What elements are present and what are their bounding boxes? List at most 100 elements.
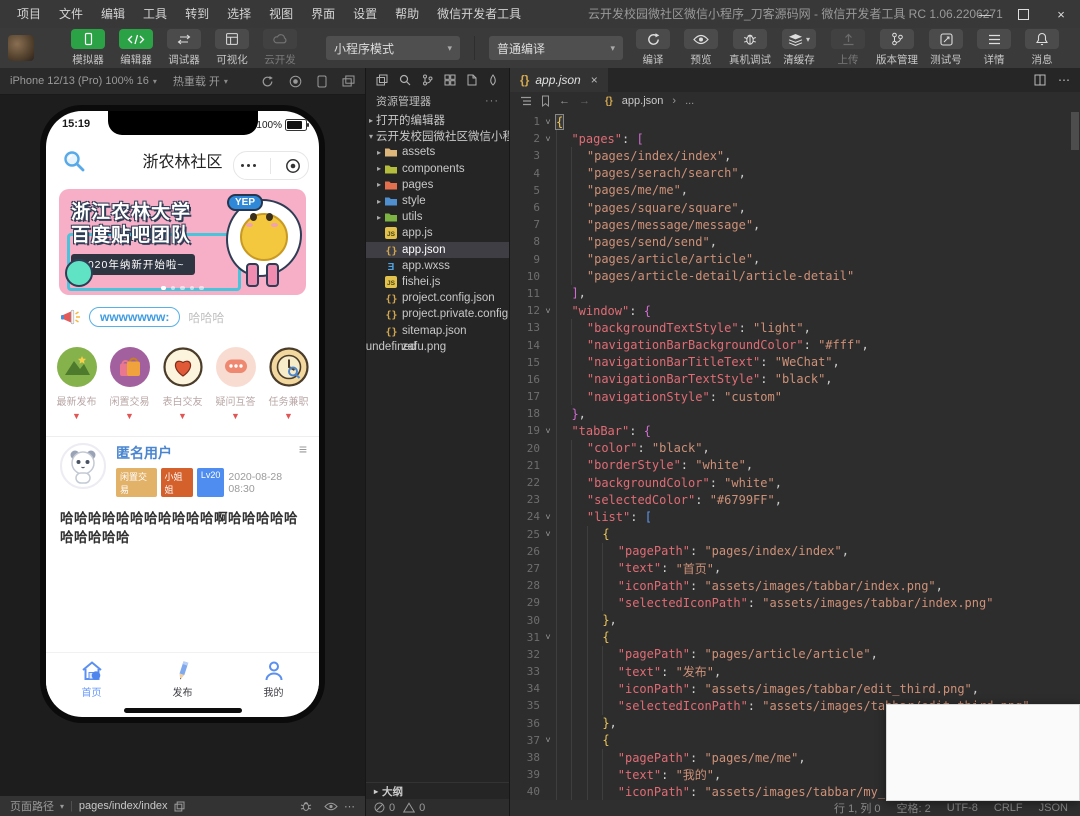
code-area[interactable]: 1˅{2˅"pages": [3"pages/index/index",4"pa… [510,110,1080,800]
banner-carousel[interactable]: 浙江农林大学 百度贴吧团队 2020年纳新开始啦~ YEP [59,189,306,295]
tree-item-components[interactable]: ▸components [366,161,509,177]
split-editor-icon[interactable] [1034,74,1046,86]
triangle-down-icon[interactable]: ▼ [72,411,81,421]
toolbar-button-编辑器[interactable]: 编辑器 [116,29,156,67]
scrollbar-thumb[interactable] [1071,112,1079,150]
tab-发布[interactable]: 发布 [137,653,228,705]
more-icon[interactable]: ⋯ [344,800,355,813]
theme-icon[interactable] [488,74,498,86]
menu-item[interactable]: 设置 [344,0,386,28]
page-path-value[interactable]: pages/index/index [79,800,168,812]
tree-item-sitemap.json[interactable]: {}sitemap.json [366,322,509,338]
category-表白交友[interactable]: 表白交友▼ [156,347,209,421]
carousel-dot[interactable] [161,286,166,291]
carousel-dot[interactable] [171,286,176,291]
fold-icon[interactable]: ˅ [540,632,556,642]
forward-icon[interactable]: → [579,95,590,107]
status-segment[interactable]: 行 1, 列 0 [834,800,880,816]
more-icon[interactable]: ··· [485,95,499,107]
capsule-menu[interactable] [233,151,309,180]
carousel-dot[interactable] [180,286,185,291]
tree-item-fishei.js[interactable]: JSfishei.js [366,274,509,290]
triangle-down-icon[interactable]: ▼ [178,411,187,421]
status-segment[interactable]: UTF-8 [947,802,978,814]
toolbar-button-真机调试[interactable]: 真机调试 [729,29,771,67]
close-icon[interactable]: × [591,73,598,87]
category-最新发布[interactable]: 最新发布▼ [50,347,103,421]
outline-section[interactable]: ▸ 大纲 [366,782,509,799]
menu-item[interactable]: 项目 [8,0,50,28]
toolbar-button-可视化[interactable]: 可视化 [212,29,252,67]
menu-item[interactable]: 微信开发者工具 [428,0,530,28]
copy-icon[interactable] [174,801,185,812]
back-icon[interactable]: ← [559,95,570,107]
user-avatar[interactable] [8,35,34,61]
breadcrumb-more[interactable]: ... [685,95,694,107]
bookmark-icon[interactable] [541,95,550,107]
source-control-icon[interactable] [422,74,433,86]
avatar[interactable] [60,443,106,489]
status-segment[interactable]: CRLF [994,802,1023,814]
tree-item-assets[interactable]: ▸assets [366,144,509,160]
post-username[interactable]: 匿名用户 [116,443,172,463]
breadcrumb-file[interactable]: app.json [622,95,664,107]
tree-item-zafu.png[interactable]: undefinedzafu.png [366,339,509,355]
menu-item[interactable]: 视图 [260,0,302,28]
toolbar-button-消息[interactable]: 消息 [1022,29,1062,67]
scrollbar[interactable] [1070,110,1080,800]
notice-bar[interactable]: wwwwwww: 哈哈哈 [60,307,305,327]
tree-item-utils[interactable]: ▸utils [366,209,509,225]
triangle-down-icon[interactable]: ▼ [284,411,293,421]
post-card[interactable]: 匿名用户 ≡ 闲置交易小姐姐Lv20 2020-08-28 08:30 哈哈哈哈… [60,443,307,548]
tree-item-project.private.config.js...[interactable]: {}project.private.config.js... [366,306,509,322]
files-icon[interactable] [376,74,388,86]
carousel-dot[interactable] [199,286,204,291]
outline-icon[interactable] [520,96,532,106]
fold-icon[interactable]: ˅ [540,529,556,539]
phone-icon[interactable] [317,75,327,88]
menu-item[interactable]: 编辑 [92,0,134,28]
menu-item[interactable]: 工具 [134,0,176,28]
tab-我的[interactable]: 我的 [228,653,319,705]
tree-root[interactable]: ▾云开发校园微社区微信小程序源码 [366,128,509,144]
tree-item-pages[interactable]: ▸pages [366,177,509,193]
carousel-dot[interactable] [190,286,195,291]
fold-icon[interactable]: ˅ [540,117,556,127]
menu-item[interactable]: 文件 [50,0,92,28]
menu-item[interactable]: 帮助 [386,0,428,28]
eye-sm-icon[interactable] [324,802,338,811]
toolbar-button-详情[interactable]: 详情 [974,29,1014,67]
tree-item-app.json[interactable]: {}app.json [366,242,509,258]
menu-item[interactable]: 转到 [176,0,218,28]
tree-item-app.wxss[interactable]: Ǝapp.wxss [366,258,509,274]
extensions-icon[interactable] [444,74,456,86]
fold-icon[interactable]: ˅ [540,134,556,144]
search-icon[interactable] [62,149,86,173]
tree-item-app.js[interactable]: JSapp.js [366,225,509,241]
tree-item-style[interactable]: ▸style [366,193,509,209]
capsule-target-icon[interactable] [285,158,301,174]
device-select[interactable]: iPhone 12/13 (Pro) 100% 16 ▾ [10,75,157,87]
fold-icon[interactable]: ˅ [540,306,556,316]
fold-icon[interactable]: ˅ [540,735,556,745]
bug-sm-icon[interactable] [300,800,312,812]
category-闲置交易[interactable]: 闲置交易▼ [103,347,156,421]
tab-app-json[interactable]: {} app.json × [510,68,608,92]
triangle-down-icon[interactable]: ▼ [125,411,134,421]
triangle-down-icon[interactable]: ▼ [231,411,240,421]
tab-首页[interactable]: 首页 [46,653,137,705]
tree-section-open-editors[interactable]: ▸打开的编辑器 [366,112,509,128]
toolbar-button-清缓存[interactable]: ▾清缓存 [779,29,819,67]
toolbar-button-测试号[interactable]: 测试号 [926,29,966,67]
toolbar-button-编译[interactable]: 编译 [633,29,673,67]
record-icon[interactable] [289,75,302,88]
problems-bar[interactable]: 0 0 [366,799,509,816]
more-icon[interactable]: ⋯ [1058,73,1070,87]
fold-icon[interactable]: ˅ [540,426,556,436]
maximize-button[interactable] [1004,0,1042,28]
mode-select[interactable]: 小程序模式 ▾ [326,36,460,60]
category-疑问互答[interactable]: 疑问互答▼ [209,347,262,421]
toolbar-button-云开发[interactable]: 云开发 [260,29,300,67]
file-icon[interactable] [467,74,477,86]
more-dots-icon[interactable] [241,164,257,168]
